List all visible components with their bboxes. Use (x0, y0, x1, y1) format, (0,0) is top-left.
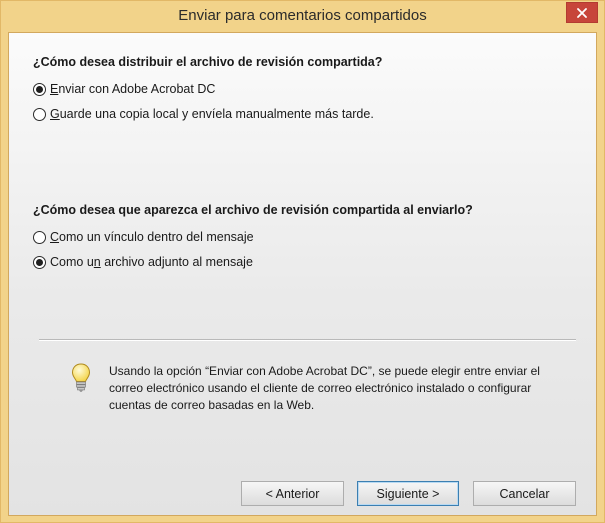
separator-line (39, 339, 576, 341)
back-button[interactable]: < Anterior (241, 481, 344, 506)
radio-send-acrobat[interactable]: Enviar con Adobe Acrobat DC (33, 82, 215, 96)
radio-button[interactable] (33, 255, 46, 269)
radio-button[interactable] (33, 230, 46, 244)
distribution-question: ¿Cómo desea distribuir el archivo de rev… (33, 55, 383, 69)
radio-as-link[interactable]: Como un vínculo dentro del mensaje (33, 230, 254, 244)
close-icon (577, 7, 587, 18)
dialog-content: ¿Cómo desea distribuir el archivo de rev… (8, 32, 597, 516)
appearance-question: ¿Cómo desea que aparezca el archivo de r… (33, 203, 473, 217)
title-bar[interactable]: Enviar para comentarios compartidos (1, 1, 604, 32)
radio-label: Guarde una copia local y envíela manualm… (50, 107, 374, 121)
dialog-window: Enviar para comentarios compartidos ¿Cóm… (0, 0, 605, 523)
radio-button[interactable] (33, 107, 46, 121)
radio-label: Como un archivo adjunto al mensaje (50, 255, 253, 269)
radio-button[interactable] (33, 82, 46, 96)
window-title: Enviar para comentarios compartidos (178, 7, 427, 24)
radio-label: Como un vínculo dentro del mensaje (50, 230, 254, 244)
radio-as-attachment[interactable]: Como un archivo adjunto al mensaje (33, 255, 253, 269)
close-button[interactable] (566, 2, 598, 23)
radio-label: Enviar con Adobe Acrobat DC (50, 82, 216, 96)
info-message: Usando la opción “Enviar con Adobe Acrob… (109, 364, 540, 412)
radio-selected-dot (36, 258, 43, 266)
lightbulb-icon (71, 363, 91, 392)
radio-selected-dot (36, 85, 43, 93)
radio-save-local[interactable]: Guarde una copia local y envíela manualm… (33, 107, 374, 121)
next-button[interactable]: Siguiente > (357, 481, 459, 506)
cancel-button[interactable]: Cancelar (473, 481, 576, 506)
